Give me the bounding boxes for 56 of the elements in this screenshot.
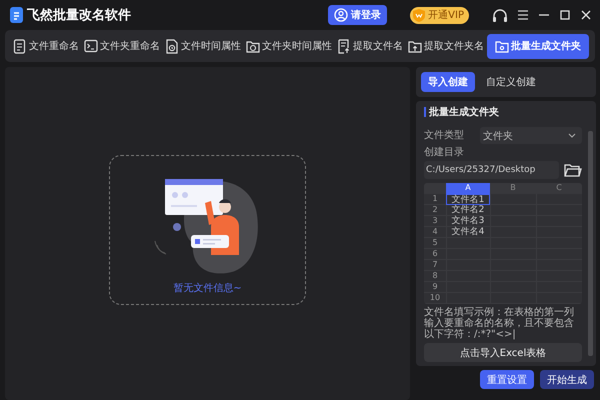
crown-shield-icon bbox=[412, 8, 426, 22]
reset-button[interactable]: 重置设置 bbox=[480, 370, 534, 389]
maximize-icon[interactable] bbox=[559, 9, 571, 21]
drop-zone[interactable]: 暂无文件信息~ bbox=[109, 154, 306, 304]
row-number: 9 bbox=[431, 282, 439, 293]
section-title: 批量生成文件夹 bbox=[429, 106, 499, 119]
app-title: 飞然批量改名软件 bbox=[27, 7, 131, 24]
document-icon bbox=[165, 38, 179, 54]
user-icon bbox=[334, 8, 348, 22]
file-type-dropdown[interactable]: 文件夹 bbox=[480, 127, 582, 144]
headset-icon[interactable] bbox=[492, 8, 508, 22]
accent-bar bbox=[424, 107, 426, 117]
row-number: 6 bbox=[431, 249, 439, 260]
folder-icon bbox=[246, 38, 260, 54]
tab[interactable]: 文件夹时间属性 bbox=[244, 36, 334, 56]
tab[interactable]: 提取文件夹名 bbox=[406, 36, 486, 56]
start-button[interactable]: 开始生成 bbox=[540, 370, 594, 389]
row-number: 10 bbox=[428, 293, 442, 304]
row-number: 3 bbox=[431, 216, 439, 227]
tab[interactable]: 批量生成文件夹 bbox=[487, 34, 589, 58]
document-icon bbox=[337, 38, 351, 54]
row-number: 5 bbox=[431, 238, 439, 249]
folder-icon bbox=[495, 38, 509, 54]
login-button[interactable]: 请登录 bbox=[328, 5, 388, 25]
scrollbar[interactable] bbox=[588, 131, 593, 356]
terminal-icon bbox=[84, 38, 98, 54]
mode-tab[interactable]: 导入创建 bbox=[421, 72, 475, 92]
empty-message: 暂无文件信息~ bbox=[173, 282, 242, 294]
document-icon bbox=[13, 38, 27, 54]
field-label: 文件类型 bbox=[424, 130, 464, 142]
tab[interactable]: 文件夹重命名 bbox=[82, 36, 162, 56]
table-cell[interactable]: 文件名1 bbox=[446, 194, 490, 205]
directory-field[interactable]: C:/Users/25327/Desktop bbox=[424, 161, 559, 179]
row-number: 4 bbox=[431, 227, 439, 238]
app-logo-icon bbox=[10, 7, 23, 23]
hint-text: 文件名填写示例：在表格的第一列输入要重命名的名称，且不要包含以下字符：/:*?"<>| bbox=[424, 307, 575, 340]
row-number: 2 bbox=[431, 205, 439, 216]
chevron-down-icon bbox=[568, 133, 576, 138]
row-number: 8 bbox=[431, 271, 439, 282]
tab[interactable]: 提取文件名 bbox=[335, 36, 405, 56]
vip-button[interactable]: 开通VIP bbox=[410, 6, 469, 24]
folder-icon bbox=[408, 38, 422, 54]
row-number: 1 bbox=[431, 194, 439, 205]
folder-icon[interactable] bbox=[564, 162, 582, 178]
row-number: 7 bbox=[431, 260, 439, 271]
table-cell[interactable]: 文件名4 bbox=[446, 227, 490, 238]
table-cell[interactable]: 文件名2 bbox=[446, 205, 490, 216]
column-header[interactable]: A bbox=[446, 183, 490, 194]
table-cell[interactable]: 文件名3 bbox=[446, 216, 490, 227]
close-icon[interactable] bbox=[580, 9, 592, 21]
field-label: 创建目录 bbox=[424, 147, 465, 159]
import-excel-button[interactable]: 点击导入Excel表格 bbox=[424, 343, 582, 362]
tab[interactable]: 文件时间属性 bbox=[163, 36, 243, 56]
mode-tab[interactable]: 自定义创建 bbox=[479, 72, 543, 92]
menu-icon[interactable] bbox=[517, 9, 529, 21]
tab[interactable]: 文件重命名 bbox=[11, 36, 81, 56]
